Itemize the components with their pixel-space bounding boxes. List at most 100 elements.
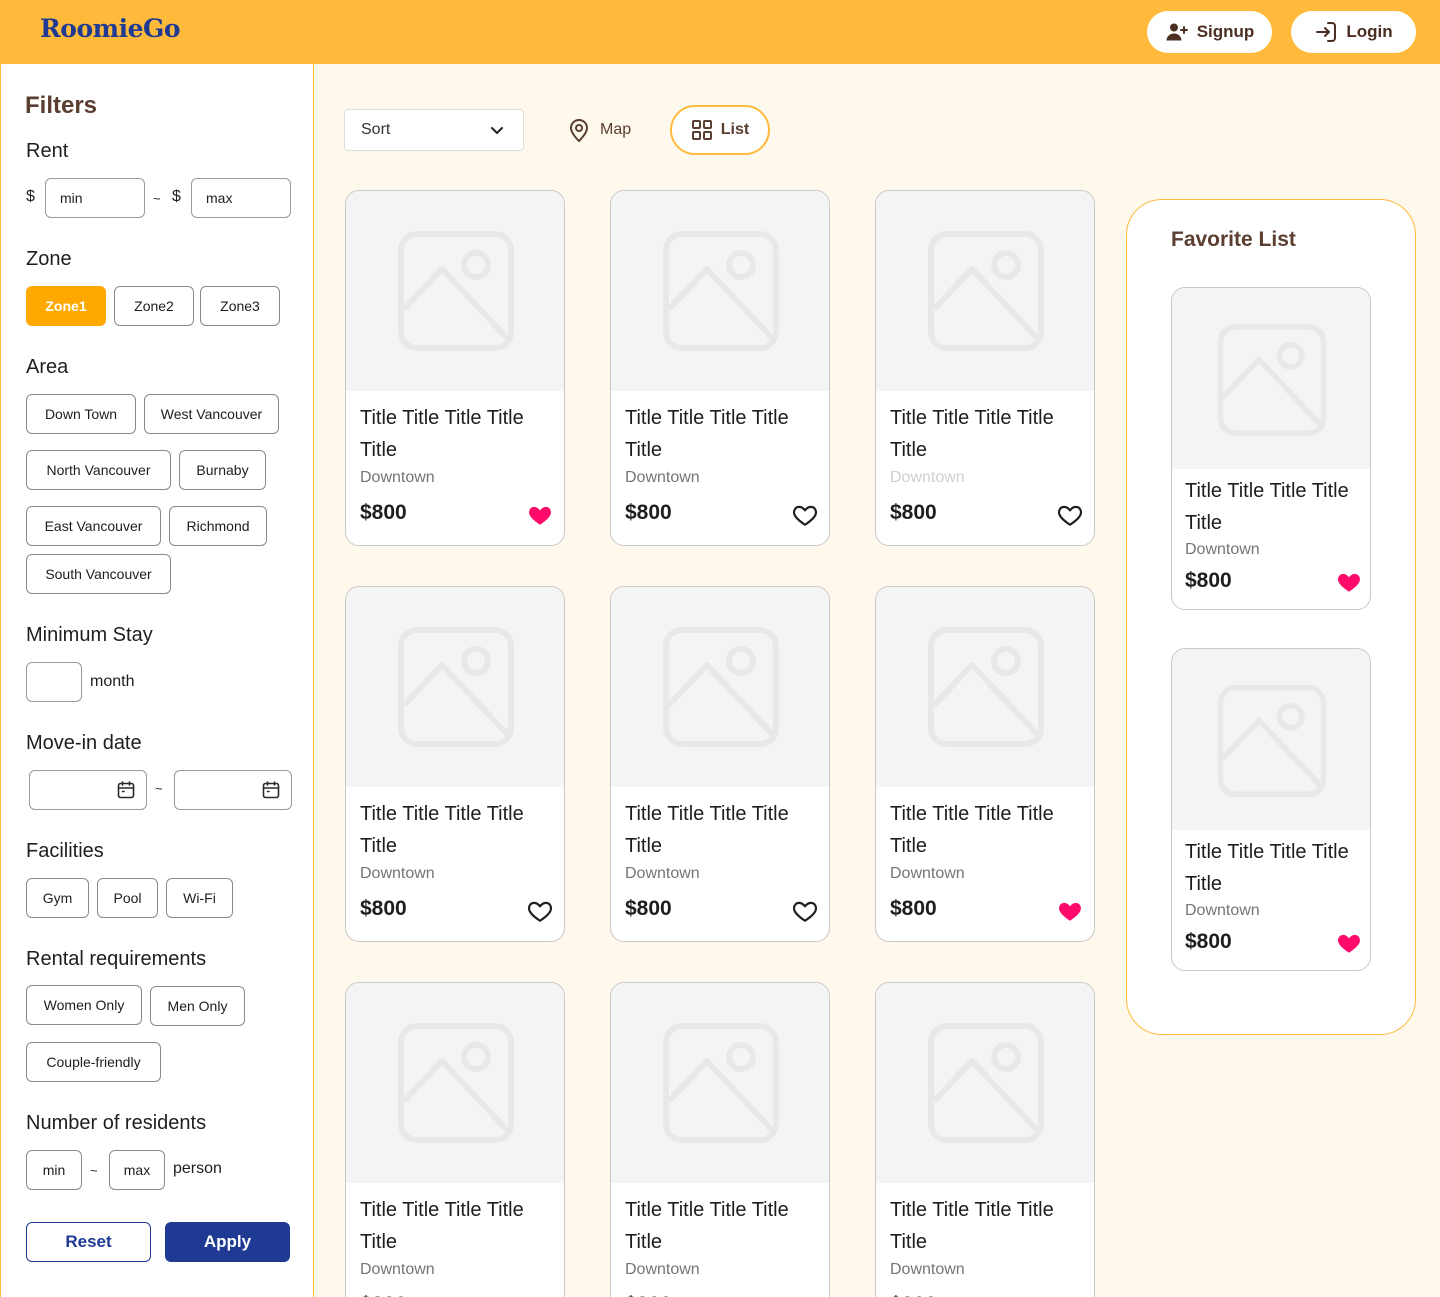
facilities-label: Facilities — [26, 840, 104, 862]
favorite-price: $800 — [1185, 569, 1232, 592]
rent-separator: ~ — [153, 191, 161, 206]
image-placeholder-icon — [663, 1023, 779, 1143]
move-in-start-input[interactable] — [29, 770, 147, 810]
requirement-chip-men-only[interactable]: Men Only — [150, 986, 245, 1026]
listing-title: Title Title Title Title Title — [360, 1199, 524, 1253]
zone-chip-zone2[interactable]: Zone2 — [114, 286, 194, 326]
listing-location: Downtown — [625, 1261, 700, 1278]
sort-dropdown[interactable]: Sort — [344, 109, 524, 151]
listing-price: $800 — [625, 897, 672, 920]
area-chip-north-vancouver[interactable]: North Vancouver — [26, 450, 171, 490]
list-label: List — [720, 121, 750, 138]
listing-card[interactable]: Title Title Title Title Title Downtown $80… — [875, 586, 1095, 942]
zone-label: Zone — [26, 248, 72, 270]
facility-chip-pool[interactable]: Pool — [97, 878, 158, 918]
favorite-card[interactable]: Title Title Title Title Title Downtown $80… — [1171, 648, 1371, 971]
listing-card[interactable]: Title Title Title Title Title Downtown $80… — [345, 586, 565, 942]
favorite-location: Downtown — [1185, 541, 1260, 558]
listing-price: $800 — [890, 501, 937, 524]
listing-image — [346, 191, 564, 391]
heart-outline-icon[interactable] — [792, 898, 818, 924]
listing-location: Downtown — [360, 469, 435, 486]
reset-button[interactable]: Reset — [26, 1222, 151, 1262]
listing-image — [876, 587, 1094, 787]
listing-location: Downtown — [360, 1261, 435, 1278]
listing-title: Title Title Title Title Title — [625, 1199, 789, 1253]
map-label: Map — [600, 121, 632, 138]
listing-location: Downtown — [625, 865, 700, 882]
listing-title: Title Title Title Title Title — [890, 1199, 1054, 1253]
listing-price: $800 — [360, 501, 407, 524]
heart-filled-icon[interactable] — [1336, 569, 1362, 595]
heart-outline-icon[interactable] — [1057, 502, 1083, 528]
favorite-card[interactable]: Title Title Title Title Title Downtown $80… — [1171, 287, 1371, 610]
residents-min-input[interactable]: min — [26, 1150, 82, 1190]
listing-image — [346, 587, 564, 787]
facility-chip-gym[interactable]: Gym — [26, 878, 89, 918]
listing-price: $800 — [890, 897, 937, 920]
rent-min-input[interactable]: min — [45, 178, 145, 218]
listing-card[interactable]: Title Title Title Title Title Downtown $80… — [345, 190, 565, 546]
area-chip-east-vancouver[interactable]: East Vancouver — [26, 506, 161, 546]
listing-card[interactable]: Title Title Title Title Title Downtown $80… — [875, 190, 1095, 546]
map-view-button[interactable]: Map — [566, 116, 631, 144]
listing-card[interactable]: Title Title Title Title Title Downtown $80… — [345, 982, 565, 1297]
heart-filled-icon[interactable] — [1336, 930, 1362, 956]
listing-location: Downtown — [890, 1261, 965, 1278]
list-view-button[interactable]: List — [670, 105, 770, 155]
listing-card[interactable]: Title Title Title Title Title Downtown $80… — [875, 982, 1095, 1297]
zone-chip-zone1[interactable]: Zone1 — [26, 286, 106, 326]
grid-icon — [691, 120, 712, 140]
logo[interactable]: RoomieGo — [40, 14, 181, 43]
zone-chip-zone3[interactable]: Zone3 — [200, 286, 280, 326]
area-chip-south-vancouver[interactable]: South Vancouver — [26, 554, 171, 594]
listing-title: Title Title Title Title Title — [890, 803, 1054, 857]
listing-card[interactable]: Title Title Title Title Title Downtown $80… — [610, 586, 830, 942]
area-chip-burnaby[interactable]: Burnaby — [179, 450, 266, 490]
facility-chip-wifi[interactable]: Wi-Fi — [166, 878, 233, 918]
image-placeholder-icon — [928, 231, 1044, 351]
login-label: Login — [1346, 22, 1393, 41]
favorite-image — [1172, 288, 1370, 469]
image-placeholder-icon — [398, 627, 514, 747]
listing-title: Title Title Title Title Title — [625, 803, 789, 857]
listing-price: $800 — [890, 1293, 937, 1297]
calendar-icon[interactable] — [116, 780, 136, 800]
favorite-list-title: Favorite List — [1171, 228, 1296, 251]
residents-max-input[interactable]: max — [109, 1150, 165, 1190]
login-button[interactable]: Login — [1291, 11, 1416, 53]
signup-button[interactable]: Signup — [1147, 11, 1272, 53]
listing-card[interactable]: Title Title Title Title Title Downtown $80… — [610, 190, 830, 546]
requirement-chip-couple-friendly[interactable]: Couple-friendly — [26, 1042, 161, 1082]
listing-price: $800 — [360, 1293, 407, 1297]
favorite-location: Downtown — [1185, 902, 1260, 919]
listing-image — [611, 191, 829, 391]
rent-max-input[interactable]: max — [191, 178, 291, 218]
top-nav: RoomieGo Signup Login — [0, 0, 1440, 64]
apply-button[interactable]: Apply — [165, 1222, 290, 1262]
residents-separator: ~ — [90, 1163, 98, 1178]
move-in-end-input[interactable] — [174, 770, 292, 810]
area-chip-downtown[interactable]: Down Town — [26, 394, 136, 434]
listing-title: Title Title Title Title Title — [360, 803, 524, 857]
listing-image — [876, 983, 1094, 1183]
rent-currency-min: $ — [26, 188, 35, 205]
calendar-icon[interactable] — [261, 780, 281, 800]
heart-outline-icon[interactable] — [527, 898, 553, 924]
area-chip-west-vancouver[interactable]: West Vancouver — [144, 394, 279, 434]
chevron-down-icon — [491, 127, 503, 134]
map-pin-icon — [569, 119, 589, 143]
listing-card[interactable]: Title Title Title Title Title Downtown $80… — [610, 982, 830, 1297]
rental-requirements-label: Rental requirements — [26, 948, 207, 970]
area-chip-richmond[interactable]: Richmond — [169, 506, 267, 546]
min-stay-input[interactable] — [26, 662, 82, 702]
filters-sidebar: Filters Rent $ min ~ $ max Zone Zone1 Zo… — [0, 64, 314, 1297]
favorite-title: Title Title Title Title Title — [1185, 841, 1349, 895]
heart-filled-icon[interactable] — [1057, 898, 1083, 924]
listing-title: Title Title Title Title Title — [625, 407, 789, 461]
heart-outline-icon[interactable] — [792, 502, 818, 528]
requirement-chip-women-only[interactable]: Women Only — [26, 985, 142, 1025]
heart-filled-icon[interactable] — [527, 502, 553, 528]
listing-image — [876, 191, 1094, 391]
favorite-price: $800 — [1185, 930, 1232, 953]
